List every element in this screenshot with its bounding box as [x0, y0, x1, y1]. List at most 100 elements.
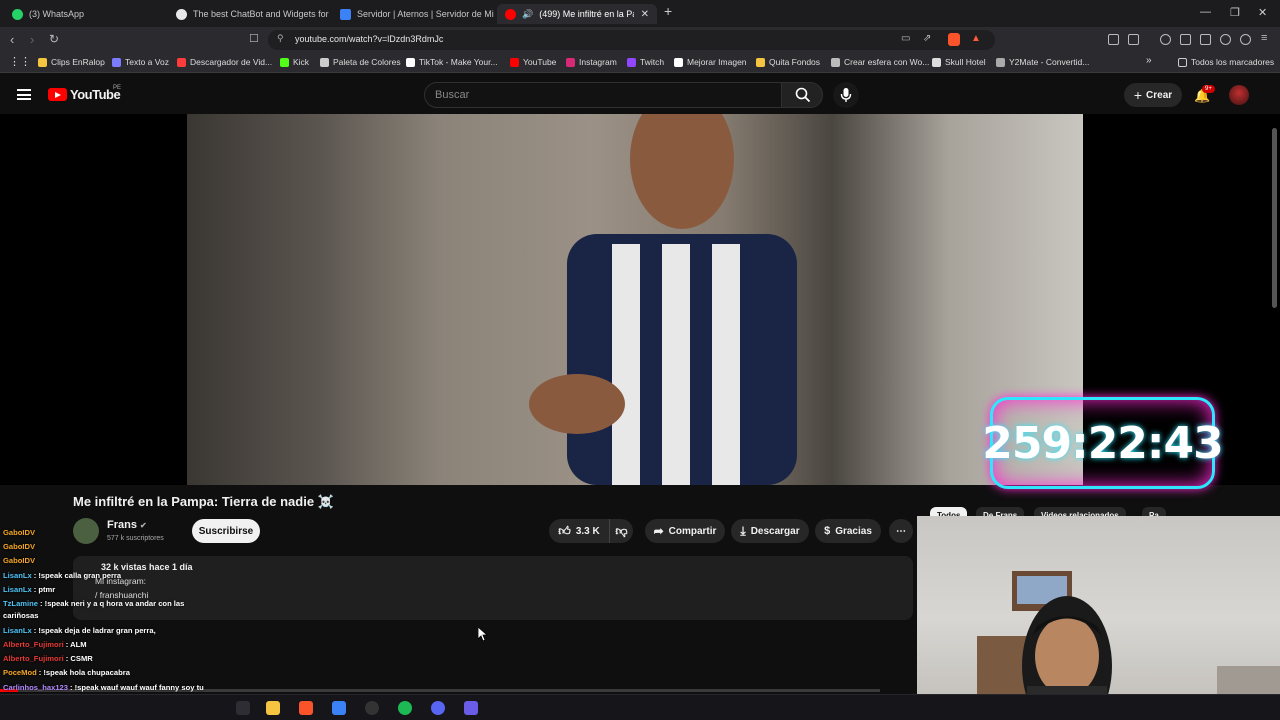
bookmark-item[interactable]: Crear esfera con Wo...: [831, 57, 929, 67]
voice-search-button[interactable]: [833, 82, 859, 108]
discord-icon[interactable]: [431, 701, 445, 715]
bookmark-item[interactable]: Mejorar Imagen: [674, 57, 747, 67]
url-text: youtube.com/watch?v=lDzdn3RdmJc: [295, 34, 444, 44]
bookmark-item[interactable]: YouTube: [510, 57, 556, 67]
search-button[interactable]: [781, 82, 823, 108]
new-tab-button[interactable]: +: [664, 3, 672, 19]
youtube-icon: [505, 8, 516, 20]
bookmark-item[interactable]: Y2Mate - Convertid...: [996, 57, 1089, 67]
url-field[interactable]: ⚲ youtube.com/watch?v=lDzdn3RdmJc ▭ ⇗ ▲: [268, 30, 995, 50]
leo-icon[interactable]: [1220, 34, 1231, 45]
all-bookmarks[interactable]: Todos los marcadores: [1178, 57, 1274, 67]
account-avatar[interactable]: [1229, 85, 1249, 105]
bookmark-item[interactable]: Skull Hotel: [932, 57, 986, 67]
brave-rewards-icon[interactable]: ▲: [971, 33, 981, 44]
create-button[interactable]: + Crear: [1124, 83, 1182, 107]
chat-message: GaboIDV: [3, 542, 37, 551]
close-tab-icon[interactable]: ✕: [641, 9, 649, 20]
scrollbar[interactable]: [1272, 128, 1277, 308]
chat-message: LisanLx: !speak deja de ladrar gran perr…: [3, 626, 156, 635]
bookmark-label: TikTok - Make Your...: [419, 57, 498, 67]
search-input[interactable]: Buscar: [424, 82, 782, 108]
vpn-icon[interactable]: [1240, 34, 1251, 45]
bookmark-item[interactable]: Paleta de Colores: [320, 57, 401, 67]
store-icon[interactable]: [332, 701, 346, 715]
bookmark-icon[interactable]: ☐: [249, 32, 259, 45]
dislike-button[interactable]: 👎︎: [609, 519, 633, 543]
obs-icon[interactable]: [365, 701, 379, 715]
bookmark-item[interactable]: Kick: [280, 57, 309, 67]
minimize-button[interactable]: —: [1200, 6, 1211, 18]
bookmark-item[interactable]: TikTok - Make Your...: [406, 57, 498, 67]
extensions-icon[interactable]: [1108, 34, 1119, 45]
folder-icon: [1178, 57, 1187, 67]
site-icon: [176, 8, 187, 20]
more-actions-button[interactable]: ⋯: [889, 519, 913, 543]
chat-username: LisanLx: [3, 571, 32, 580]
file-explorer-icon[interactable]: [266, 701, 280, 715]
bookmark-item[interactable]: Clips EnRalop: [38, 57, 105, 67]
reload-icon[interactable]: ↻: [49, 32, 59, 46]
chat-username: Carlinhos_hax123: [3, 683, 68, 692]
bookmark-item[interactable]: Twitch: [627, 57, 664, 67]
notification-badge: 9+: [1202, 85, 1215, 93]
thanks-button[interactable]: $ Gracias: [815, 519, 881, 543]
tab-label: The best ChatBot and Widgets for Ki: [193, 9, 330, 19]
bookmark-item[interactable]: Texto a Voz: [112, 57, 169, 67]
chat-username: GaboIDV: [3, 528, 36, 537]
chat-username: LisanLx: [3, 585, 32, 594]
app-icon[interactable]: [464, 701, 478, 715]
forward-icon[interactable]: ›: [30, 32, 34, 47]
bookmark-label: Kick: [293, 57, 310, 67]
chat-text: : !speak calla gran perra: [33, 571, 122, 580]
bookmark-favicon-icon: [674, 57, 683, 67]
cast-icon[interactable]: ▭: [901, 33, 910, 44]
bookmark-label: Instagram: [579, 57, 617, 67]
restore-button[interactable]: ❐: [1230, 6, 1240, 19]
hamburger-menu-icon[interactable]: [17, 89, 31, 100]
bookmark-label: Clips EnRalop: [51, 57, 105, 67]
share-button[interactable]: ➦ Compartir: [645, 519, 725, 543]
more-bookmarks-icon[interactable]: »: [1146, 55, 1152, 66]
panel-icon[interactable]: [1180, 34, 1191, 45]
menu-icon[interactable]: ≡: [1261, 32, 1267, 44]
close-window-button[interactable]: ✕: [1258, 6, 1267, 19]
task-view-icon[interactable]: [236, 701, 250, 715]
like-button[interactable]: 👍︎ 3.3 K: [549, 519, 609, 543]
bookmark-item[interactable]: Instagram: [566, 57, 617, 67]
wallet-icon[interactable]: [1200, 34, 1211, 45]
chat-username: GaboIDV: [3, 556, 36, 565]
share-icon[interactable]: ⇗: [923, 33, 931, 44]
bookmark-favicon-icon: [510, 57, 519, 67]
sidebar-icon[interactable]: [1128, 34, 1139, 45]
apps-icon[interactable]: ⋮⋮: [9, 55, 31, 68]
spotify-icon[interactable]: [398, 701, 412, 715]
bookmark-favicon-icon: [177, 57, 186, 67]
bookmark-label: Texto a Voz: [125, 57, 169, 67]
bookmark-item[interactable]: Quita Fondos: [756, 57, 820, 67]
bookmark-label: YouTube: [523, 57, 557, 67]
chat-text: : !speak neri y a q hora va andar con la…: [40, 599, 185, 608]
youtube-logo[interactable]: YouTube: [48, 87, 121, 102]
video-frame[interactable]: [187, 114, 1083, 485]
bookmark-label: Twitch: [640, 57, 665, 67]
tab-youtube[interactable]: 🔊 (499) Me infiltré en la Pampa ✕: [497, 4, 657, 24]
tab-whatsapp[interactable]: (3) WhatsApp: [4, 4, 164, 24]
music-icon[interactable]: [1160, 34, 1171, 45]
thumbs-down-icon: 👎︎: [615, 523, 628, 538]
create-label: Crear: [1146, 89, 1173, 101]
back-icon[interactable]: ‹: [10, 32, 14, 47]
brave-shield-icon[interactable]: [948, 33, 960, 46]
plus-icon: +: [1133, 87, 1143, 103]
bookmark-favicon-icon: [406, 57, 415, 67]
country-code: PE: [113, 85, 122, 91]
bookmark-item[interactable]: Descargador de Vid...: [177, 57, 272, 67]
site-info-icon[interactable]: ⚲: [277, 33, 284, 44]
chat-text: : ALM: [65, 640, 87, 649]
bookmark-favicon-icon: [627, 57, 636, 67]
brave-browser-icon[interactable]: [299, 701, 313, 715]
tab-chatbot[interactable]: The best ChatBot and Widgets for Ki: [168, 4, 330, 24]
chat-username: PoceMod: [3, 668, 37, 677]
tab-aternos[interactable]: Servidor | Aternos | Servidor de Mine: [332, 4, 494, 24]
download-button[interactable]: ⤓ Descargar: [731, 519, 809, 543]
